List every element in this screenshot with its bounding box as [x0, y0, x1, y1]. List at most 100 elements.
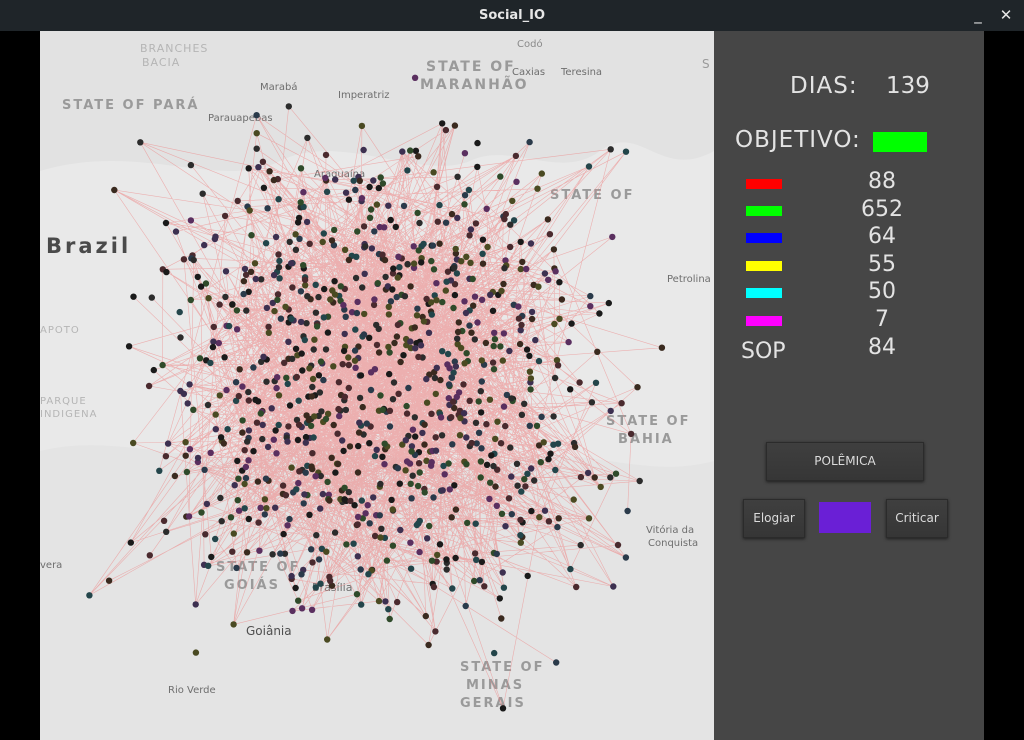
agent-node [295, 597, 302, 604]
agent-node [242, 463, 250, 471]
agent-node [432, 390, 439, 398]
agent-node [221, 212, 229, 220]
agent-node [160, 517, 168, 524]
agent-node [224, 426, 231, 433]
agent-node [244, 438, 251, 445]
agent-node [215, 339, 222, 347]
agent-node [471, 293, 479, 300]
agent-node [276, 257, 283, 265]
agent-node [500, 280, 507, 288]
agent-node [315, 372, 323, 379]
agent-node [245, 397, 252, 404]
agent-node [478, 378, 485, 385]
agent-node [658, 344, 666, 351]
agent-node [322, 346, 330, 353]
agent-node [285, 423, 292, 430]
agent-node [551, 320, 558, 328]
agent-node [295, 421, 303, 428]
agent-node [518, 321, 525, 329]
agent-node [432, 434, 439, 441]
agent-node [279, 482, 287, 489]
agent-node [207, 359, 214, 367]
agent-node [385, 606, 392, 613]
agent-node [524, 572, 531, 580]
minimize-button[interactable]: _ [966, 3, 990, 27]
agent-node [212, 233, 219, 240]
agent-node [486, 396, 494, 403]
agent-node [261, 511, 268, 518]
agent-node [222, 293, 229, 301]
agent-node [381, 256, 389, 264]
agent-node [263, 505, 270, 512]
map-place-label: Conquista [648, 538, 698, 549]
agent-node [411, 324, 418, 331]
agent-node [177, 334, 184, 341]
agent-node [436, 240, 443, 247]
criticize-button[interactable]: Criticar [886, 499, 948, 538]
polemica-button[interactable]: POLÊMICA [766, 442, 924, 481]
agent-node [255, 519, 262, 526]
agent-node [172, 228, 180, 235]
agent-node [489, 359, 497, 366]
agent-node [251, 260, 259, 267]
agent-node [229, 301, 236, 308]
agent-node [553, 659, 560, 666]
agent-node [474, 319, 481, 326]
agent-node [518, 411, 526, 418]
agent-node [190, 256, 197, 264]
agent-node [472, 520, 479, 527]
agent-node [262, 475, 270, 482]
agent-node [232, 379, 240, 386]
legend-swatch-yellow [746, 261, 782, 271]
agent-node [433, 297, 440, 304]
agent-node [162, 453, 170, 460]
agent-node [490, 366, 498, 373]
agent-node [245, 427, 253, 434]
agent-node [438, 432, 446, 439]
agent-node [414, 482, 422, 490]
agent-node [241, 480, 248, 488]
map-place-label: BACIA [142, 56, 180, 69]
simulation-map[interactable]: BRANCHES BACIA Codó STATE OF MARANHÃO Caxias T… [40, 31, 714, 740]
close-button[interactable]: ✕ [994, 3, 1018, 27]
agent-node [448, 210, 456, 218]
agent-node [252, 275, 259, 283]
window-title: Social_IO [478, 8, 546, 23]
agent-node [253, 112, 260, 119]
agent-node [357, 372, 365, 379]
agent-node [212, 426, 219, 433]
agent-node [194, 273, 201, 281]
agent-node [389, 396, 397, 403]
agent-node [352, 274, 360, 282]
agent-node [373, 341, 381, 349]
praise-button[interactable]: Elogiar [743, 499, 805, 538]
agent-node [284, 380, 291, 388]
agent-node [345, 354, 352, 361]
agent-node [432, 628, 439, 635]
agent-node [230, 621, 237, 628]
agent-node [275, 264, 283, 271]
agent-node [358, 497, 365, 504]
agent-node [585, 515, 593, 522]
agent-node [399, 148, 406, 155]
agent-node [473, 556, 480, 563]
agent-node [145, 382, 153, 390]
agent-node [434, 218, 441, 225]
agent-node [321, 285, 328, 293]
agent-node [303, 218, 311, 226]
agent-node [264, 443, 272, 451]
agent-node [311, 413, 318, 420]
agent-node [508, 395, 515, 402]
agent-node [366, 214, 374, 221]
agent-node [487, 479, 494, 486]
legend-swatch-red [746, 179, 782, 189]
agent-node [585, 163, 593, 170]
map-place-label: Rio Verde [168, 685, 216, 696]
agent-node [461, 201, 468, 208]
agent-node [409, 472, 416, 479]
agent-node [556, 279, 563, 286]
agent-node [125, 343, 133, 350]
agent-node [317, 358, 325, 365]
agent-node [469, 275, 476, 283]
agent-node [437, 414, 445, 421]
